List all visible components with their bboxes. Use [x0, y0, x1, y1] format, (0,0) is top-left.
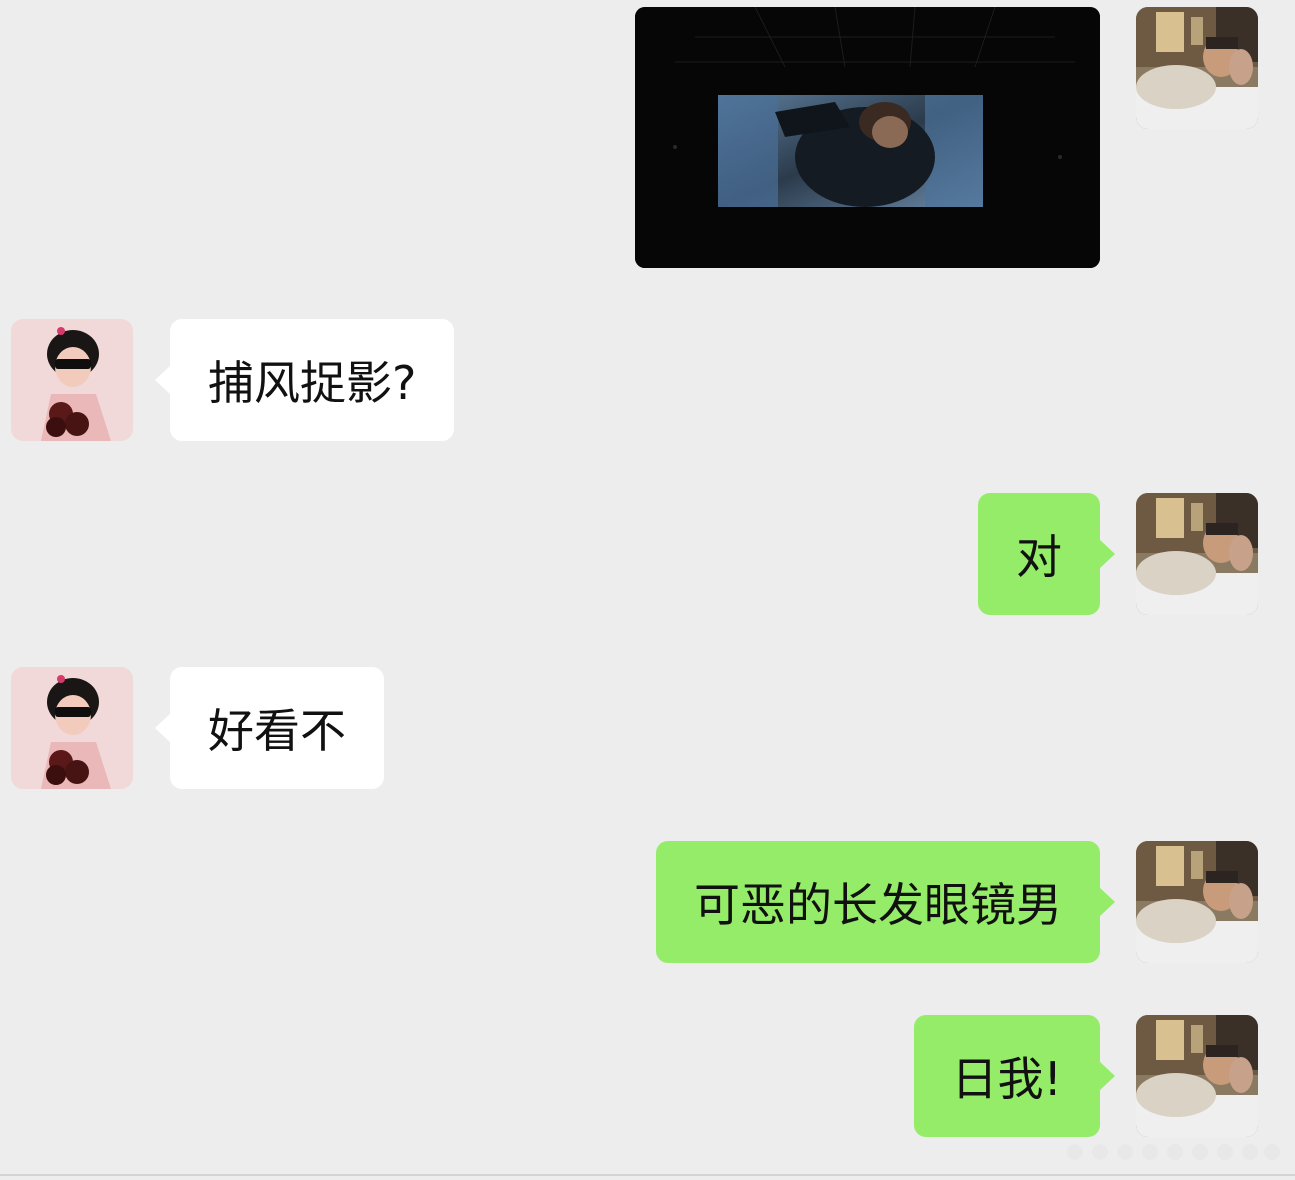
- image-message-movie-screen[interactable]: [635, 7, 1100, 268]
- friend-avatar[interactable]: [11, 667, 133, 789]
- man-lying-in-bed-avatar-image: [1136, 7, 1258, 129]
- man-lying-in-bed-avatar-image: [1136, 1015, 1258, 1137]
- woman-with-sunglasses-avatar-image: [11, 319, 133, 441]
- message-bubble-incoming[interactable]: 捕风捉影?: [154, 319, 455, 441]
- message-bubble-incoming[interactable]: 好看不: [155, 667, 384, 789]
- my-avatar[interactable]: [1136, 493, 1258, 615]
- message-text: 好看不: [208, 704, 346, 758]
- my-avatar[interactable]: [1136, 841, 1258, 963]
- my-avatar[interactable]: [1136, 1015, 1258, 1137]
- message-text: 对: [1016, 530, 1062, 584]
- watermark-decoration: [1067, 1144, 1280, 1160]
- my-avatar[interactable]: [1136, 7, 1258, 129]
- movie-screen-photo: [635, 7, 1100, 268]
- message-text: 可恶的长发眼镜男: [694, 878, 1062, 932]
- chat-window: 捕风捉影? 对 好看不 可恶的长发眼镜男 日我!: [0, 0, 1295, 1180]
- bottom-divider: [0, 1174, 1295, 1176]
- message-bubble-outgoing[interactable]: 日我!: [913, 1015, 1116, 1137]
- man-lying-in-bed-avatar-image: [1136, 493, 1258, 615]
- friend-avatar[interactable]: [11, 319, 133, 441]
- message-text: 捕风捉影?: [208, 356, 417, 410]
- message-bubble-outgoing[interactable]: 对: [978, 493, 1115, 615]
- message-bubble-outgoing[interactable]: 可恶的长发眼镜男: [656, 841, 1115, 963]
- woman-with-sunglasses-avatar-image: [11, 667, 133, 789]
- man-lying-in-bed-avatar-image: [1136, 841, 1258, 963]
- message-text: 日我!: [951, 1052, 1062, 1106]
